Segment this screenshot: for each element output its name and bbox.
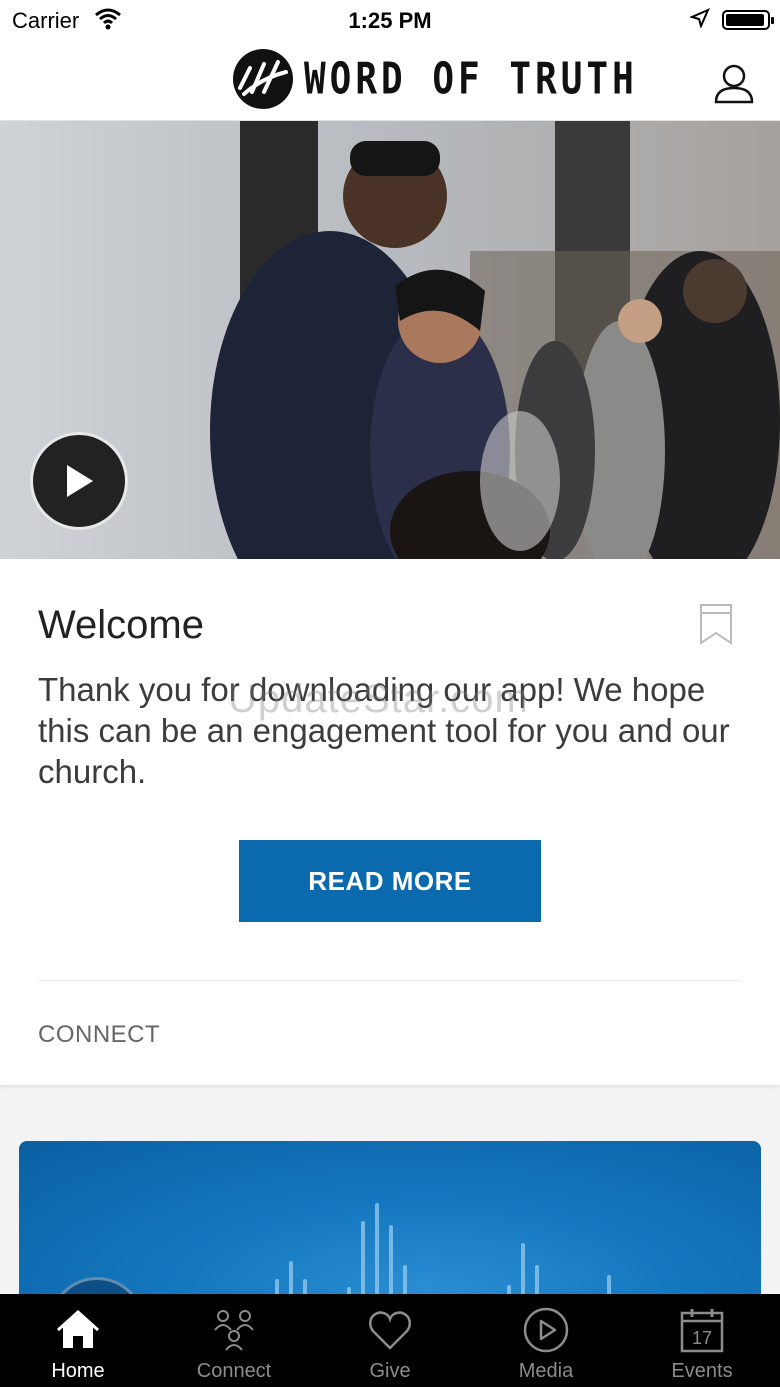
app-header: WORD OF TRUTH: [0, 40, 780, 121]
profile-button[interactable]: [712, 62, 756, 106]
play-icon: [67, 465, 93, 497]
tab-home-label: Home: [51, 1360, 105, 1382]
tab-bar: Home Connect Give Media 17 Events: [0, 1294, 780, 1387]
divider: [38, 980, 740, 981]
logo-mark-icon: [233, 49, 293, 109]
tab-give-label: Give: [369, 1360, 411, 1382]
welcome-card: Welcome Thank you for downloading our ap…: [0, 559, 780, 1085]
calendar-icon: 17: [680, 1309, 724, 1353]
logo: WORD OF TRUTH: [232, 48, 638, 110]
hero-image: [0, 121, 780, 559]
section-label-connect[interactable]: CONNECT: [38, 1021, 160, 1049]
tab-connect[interactable]: Connect: [156, 1294, 312, 1387]
clock: 1:25 PM: [348, 8, 432, 33]
play-circle-icon: [523, 1307, 569, 1353]
tab-home[interactable]: Home: [0, 1294, 156, 1387]
tab-events-label: Events: [671, 1360, 733, 1382]
home-icon: [56, 1309, 100, 1348]
read-more-button[interactable]: READ MORE: [239, 840, 541, 922]
watermark: UpdateStar.com: [228, 677, 529, 721]
card-title: Welcome: [38, 603, 204, 647]
location-arrow-icon: [689, 8, 710, 34]
logo-wordmark: WORD OF TRUTH: [304, 54, 638, 104]
connect-icon: [214, 1310, 254, 1351]
audio-wave-graphic: [275, 1203, 611, 1311]
tab-media[interactable]: Media: [468, 1294, 624, 1387]
tab-connect-label: Connect: [196, 1360, 272, 1382]
tab-media-label: Media: [518, 1360, 574, 1382]
play-video-button[interactable]: [30, 432, 128, 530]
bookmark-button[interactable]: [698, 603, 734, 645]
user-icon: [714, 64, 754, 104]
tab-events[interactable]: 17 Events: [624, 1294, 780, 1387]
heart-icon: [369, 1311, 411, 1350]
calendar-day: 17: [692, 1328, 712, 1348]
status-bar: Carrier 1:25 PM: [0, 0, 780, 40]
media-card[interactable]: [19, 1141, 761, 1311]
bookmark-icon: [700, 604, 732, 645]
battery-icon: [722, 10, 774, 30]
tab-give[interactable]: Give: [312, 1294, 468, 1387]
